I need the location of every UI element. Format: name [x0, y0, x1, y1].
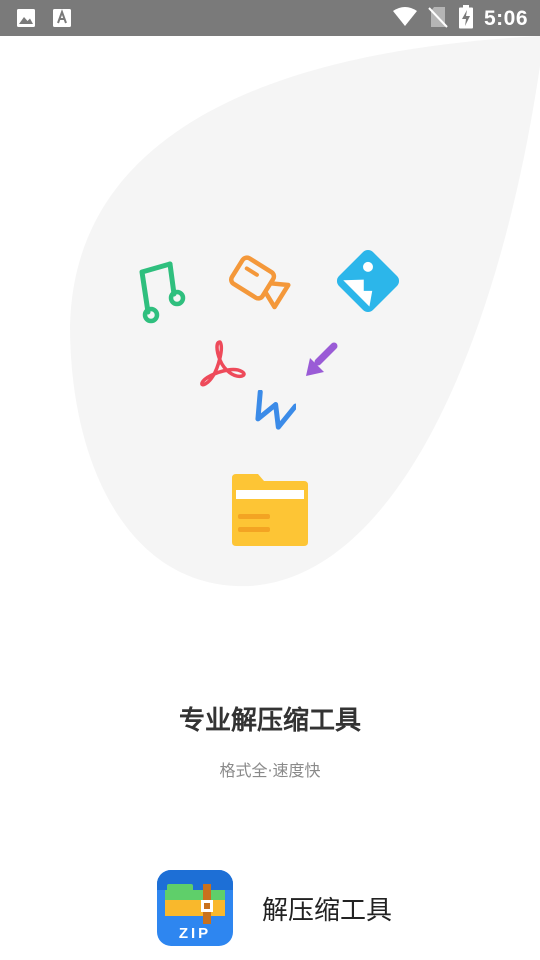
logo-text: ZIP — [179, 925, 211, 942]
arrow-icon — [306, 342, 338, 376]
video-icon — [229, 255, 291, 310]
status-bar: 5:06 — [0, 0, 540, 36]
text-notification-icon — [52, 8, 72, 32]
folder-icon — [232, 474, 308, 546]
image-notification-icon — [16, 8, 36, 32]
headline: 专业解压缩工具 — [178, 706, 361, 736]
battery-charging-icon — [458, 5, 474, 33]
tagline: 格式全·速度快 — [219, 761, 321, 780]
word-icon — [255, 390, 296, 430]
clock: 5:06 — [483, 7, 528, 30]
wifi-icon — [392, 6, 418, 32]
pdf-icon — [200, 340, 246, 387]
music-icon — [139, 261, 186, 324]
image-icon — [336, 249, 400, 313]
app-logo: ZIP — [157, 870, 233, 946]
no-sim-icon — [428, 6, 448, 32]
app-name: 解压缩工具 — [262, 896, 393, 926]
